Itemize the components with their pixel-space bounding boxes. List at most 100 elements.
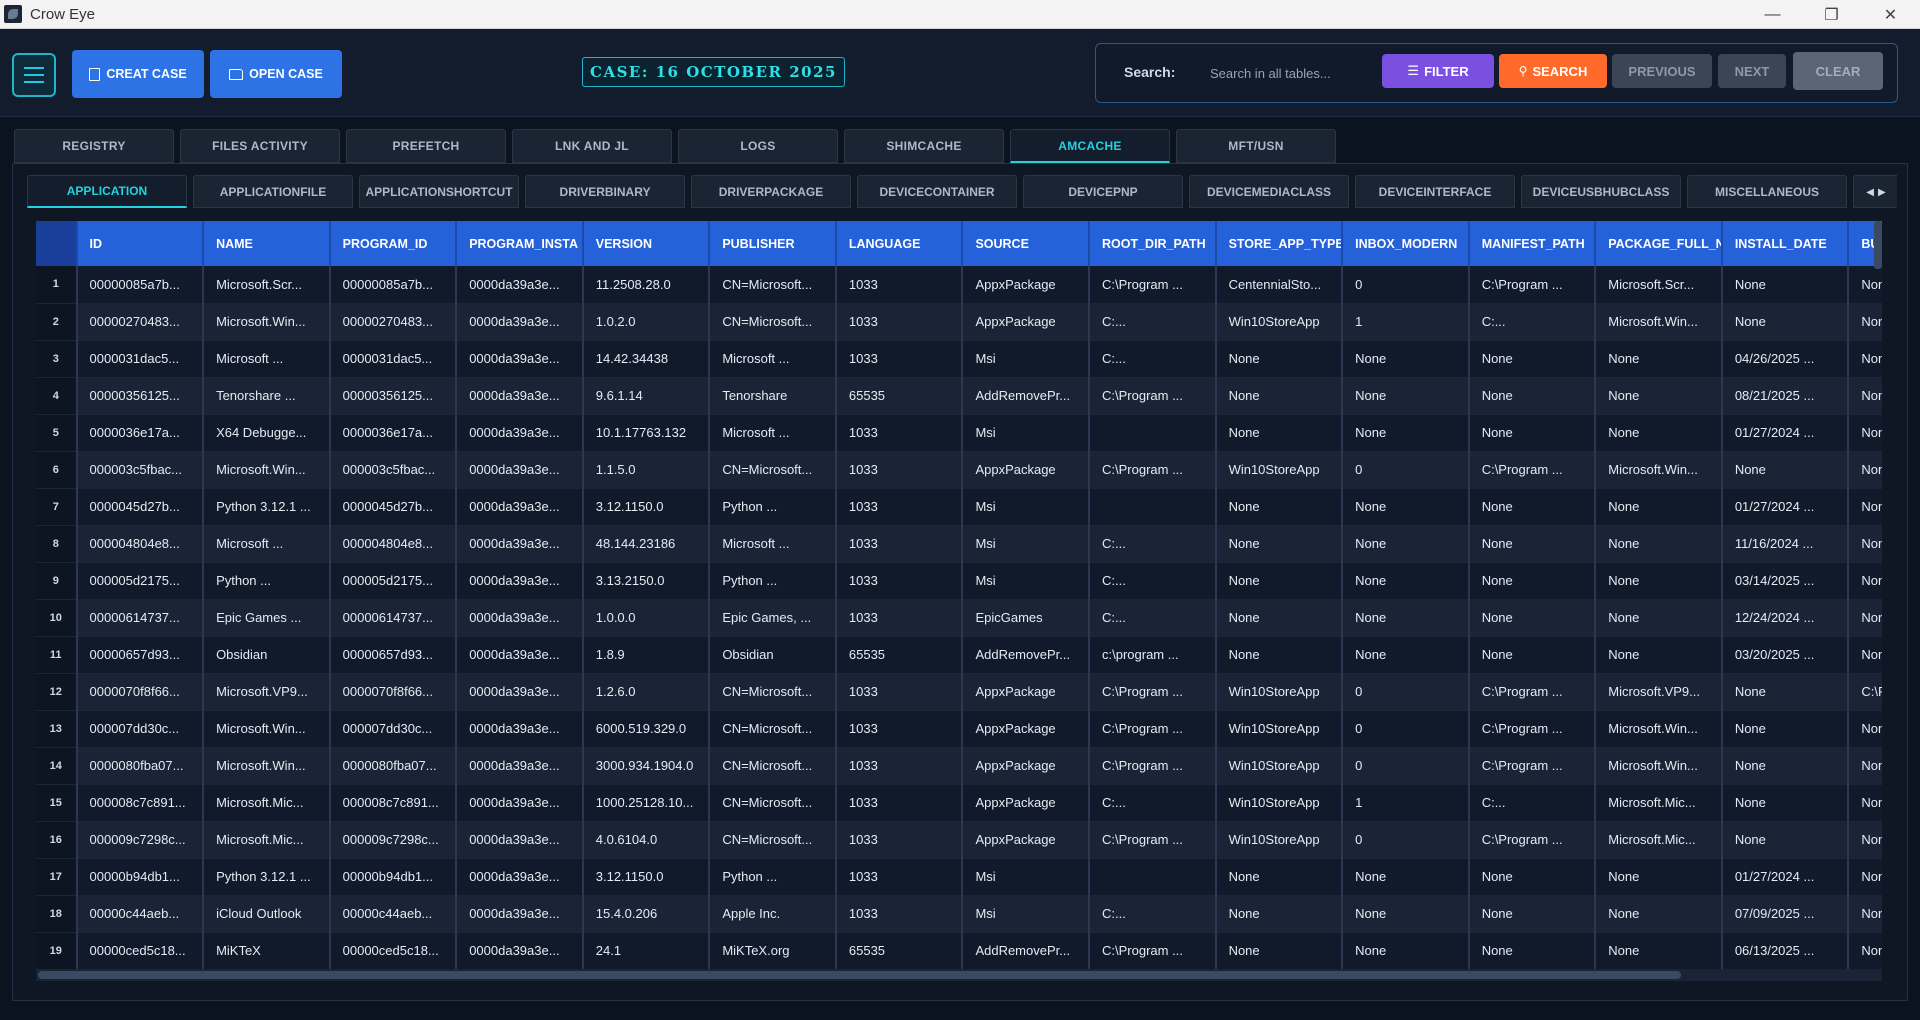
table-cell[interactable]: 000009c7298c...: [329, 821, 458, 859]
open-case-button[interactable]: OPEN CASE: [210, 50, 342, 98]
table-cell[interactable]: None: [1721, 821, 1850, 859]
table-cell[interactable]: None: [1342, 895, 1470, 933]
table-cell[interactable]: Python 3.12.1 ...: [203, 488, 331, 526]
table-cell[interactable]: CN=Microsoft...: [709, 710, 837, 748]
table-cell[interactable]: 0: [1342, 821, 1470, 859]
table-cell[interactable]: Microsoft ...: [709, 525, 837, 563]
table-cell[interactable]: C:\Program ...: [1089, 932, 1217, 969]
subtab-devicecontainer[interactable]: DEVICECONTAINER: [857, 175, 1017, 208]
hamburger-menu-button[interactable]: [12, 53, 56, 97]
table-cell[interactable]: Msi: [962, 525, 1090, 563]
create-case-button[interactable]: CREAT CASE: [72, 50, 204, 98]
table-cell[interactable]: 0000da39a3e...: [456, 636, 584, 674]
table-cell[interactable]: None: [1468, 932, 1597, 969]
table-cell[interactable]: CN=Microsoft...: [709, 451, 837, 489]
row-number[interactable]: 13: [36, 710, 78, 748]
table-cell[interactable]: None: [1342, 599, 1470, 637]
table-cell[interactable]: 1033: [835, 673, 964, 711]
table-cell[interactable]: Tenorshare: [709, 377, 837, 415]
column-header-program-id[interactable]: PROGRAM_ID: [329, 221, 458, 266]
row-number[interactable]: 16: [36, 821, 78, 859]
table-row[interactable]: 3 0000031dac5... Microsoft ... 0000031dac5.…: [36, 340, 1882, 378]
restore-button[interactable]: ❐: [1802, 0, 1861, 29]
table-row[interactable]: 1 00000085a7b... Microsoft.Scr... 00000085a…: [36, 266, 1882, 304]
table-cell[interactable]: Msi: [962, 858, 1090, 896]
table-cell[interactable]: C:...: [1089, 303, 1217, 341]
table-cell[interactable]: Python ...: [709, 562, 837, 600]
row-number[interactable]: 3: [36, 340, 78, 378]
table-cell[interactable]: C:\Program ...: [1089, 673, 1217, 711]
table-cell[interactable]: Microsoft.Win...: [1595, 710, 1723, 748]
table-cell[interactable]: 0000da39a3e...: [456, 932, 584, 969]
table-cell[interactable]: 15.4.0.206: [582, 895, 711, 933]
filter-button[interactable]: ☰ FILTER: [1382, 54, 1494, 88]
table-cell[interactable]: Win10StoreApp: [1215, 821, 1344, 859]
table-cell[interactable]: 000003c5fbac...: [76, 451, 205, 489]
table-cell[interactable]: None: [1595, 525, 1723, 563]
table-cell[interactable]: 01/27/2024 ...: [1721, 488, 1850, 526]
table-cell[interactable]: None: [1342, 858, 1470, 896]
table-cell[interactable]: C:\Program ...: [1089, 821, 1217, 859]
table-cell[interactable]: None: [1468, 858, 1597, 896]
table-cell[interactable]: 0000031dac5...: [76, 340, 205, 378]
table-cell[interactable]: None: [1721, 303, 1850, 341]
table-cell[interactable]: 3.12.1150.0: [582, 488, 711, 526]
table-cell[interactable]: Win10StoreApp: [1215, 784, 1344, 822]
table-cell[interactable]: 0000da39a3e...: [456, 414, 584, 452]
table-cell[interactable]: C:...: [1089, 599, 1217, 637]
table-cell[interactable]: 00000657d93...: [329, 636, 458, 674]
table-cell[interactable]: 0000036e17a...: [329, 414, 458, 452]
table-cell[interactable]: 00000356125...: [76, 377, 205, 415]
table-cell[interactable]: C:\Program ...: [1468, 266, 1597, 304]
table-cell[interactable]: Apple Inc.: [709, 895, 837, 933]
table-cell[interactable]: None: [1342, 377, 1470, 415]
tab-registry[interactable]: REGISTRY: [14, 129, 174, 163]
table-cell[interactable]: 1033: [835, 488, 964, 526]
table-cell[interactable]: 0000da39a3e...: [456, 895, 584, 933]
table-cell[interactable]: Microsoft.Scr...: [203, 266, 331, 304]
table-cell[interactable]: 00000ced5c18...: [329, 932, 458, 969]
table-cell[interactable]: 06/13/2025 ...: [1721, 932, 1850, 969]
table-cell[interactable]: Microsoft.Win...: [203, 451, 331, 489]
chevron-right-icon[interactable]: ▶: [1878, 187, 1886, 198]
subtab-applicationshortcut[interactable]: APPLICATIONSHORTCUT: [359, 175, 519, 208]
table-cell[interactable]: 0000da39a3e...: [456, 488, 584, 526]
table-cell[interactable]: Microsoft ...: [709, 414, 837, 452]
row-number[interactable]: 17: [36, 858, 78, 896]
table-cell[interactable]: AddRemovePr...: [962, 636, 1090, 674]
table-cell[interactable]: AppxPackage: [962, 451, 1090, 489]
table-row[interactable]: 19 00000ced5c18... MiKTeX 00000ced5c18... 00…: [36, 932, 1882, 969]
table-cell[interactable]: 08/21/2025 ...: [1721, 377, 1850, 415]
table-cell[interactable]: Microsoft ...: [203, 340, 331, 378]
table-cell[interactable]: None: [1721, 266, 1850, 304]
table-cell[interactable]: None: [1595, 562, 1723, 600]
table-cell[interactable]: CN=Microsoft...: [709, 784, 837, 822]
table-cell[interactable]: None: [1468, 562, 1597, 600]
table-cell[interactable]: None: [1215, 414, 1344, 452]
table-cell[interactable]: AppxPackage: [962, 266, 1090, 304]
table-cell[interactable]: None: [1215, 636, 1344, 674]
row-number[interactable]: 19: [36, 932, 78, 969]
table-cell[interactable]: 00000c44aeb...: [329, 895, 458, 933]
table-cell[interactable]: 0000da39a3e...: [456, 266, 584, 304]
table-cell[interactable]: 1033: [835, 525, 964, 563]
table-cell[interactable]: 000003c5fbac...: [329, 451, 458, 489]
table-cell[interactable]: Obsidian: [203, 636, 331, 674]
search-input[interactable]: [1196, 58, 1396, 88]
table-cell[interactable]: 1033: [835, 451, 964, 489]
table-cell[interactable]: 0000da39a3e...: [456, 858, 584, 896]
table-cell[interactable]: None: [1342, 488, 1470, 526]
table-cell[interactable]: 1033: [835, 747, 964, 785]
subtab-driverpackage[interactable]: DRIVERPACKAGE: [691, 175, 851, 208]
table-cell[interactable]: None: [1215, 340, 1344, 378]
vertical-scrollbar-thumb[interactable]: [1874, 221, 1882, 269]
table-cell[interactable]: None: [1595, 932, 1723, 969]
row-number[interactable]: 5: [36, 414, 78, 452]
table-cell[interactable]: 1.0.0.0: [582, 599, 711, 637]
tab-files-activity[interactable]: FILES ACTIVITY: [180, 129, 340, 163]
row-number[interactable]: 12: [36, 673, 78, 711]
table-cell[interactable]: None: [1595, 636, 1723, 674]
table-cell[interactable]: Microsoft.Scr...: [1595, 266, 1723, 304]
next-button[interactable]: NEXT: [1718, 54, 1786, 88]
table-cell[interactable]: Microsoft ...: [709, 340, 837, 378]
